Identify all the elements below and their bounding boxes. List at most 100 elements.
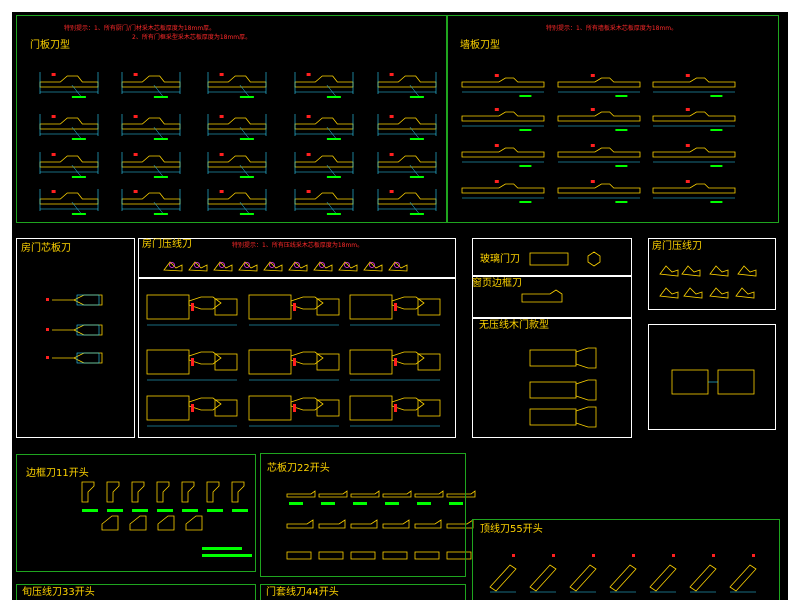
marker-dot xyxy=(133,115,138,118)
marker-dot xyxy=(306,190,311,193)
label-tag xyxy=(71,176,86,178)
label-tag xyxy=(71,213,86,215)
marker-dot xyxy=(685,144,690,147)
marker-dot xyxy=(494,74,499,77)
label-tag xyxy=(710,95,723,97)
wall-profile-shape xyxy=(557,77,641,88)
label-tag xyxy=(71,138,86,140)
marker-dot xyxy=(306,115,311,118)
door-profile-shape xyxy=(207,192,267,205)
door-profile-shape xyxy=(207,155,267,168)
wall-profile-shape xyxy=(461,147,545,158)
door-profile-shape xyxy=(121,192,181,205)
label-tag xyxy=(239,176,254,178)
label-tag xyxy=(239,213,254,215)
label-tag xyxy=(409,138,424,140)
wall-profile-shape xyxy=(461,183,545,194)
door-profile-shape xyxy=(121,75,181,88)
door-profile-shape xyxy=(377,75,437,88)
label-tag xyxy=(326,138,341,140)
label-tag xyxy=(409,176,424,178)
label-tag xyxy=(519,95,532,97)
label-tag xyxy=(153,138,168,140)
label-tag xyxy=(710,165,723,167)
door-profile-shape xyxy=(39,192,99,205)
marker-dot xyxy=(389,115,394,118)
marker-dot xyxy=(51,115,56,118)
marker-dot xyxy=(51,190,56,193)
door-profile-shape xyxy=(39,155,99,168)
marker-dot xyxy=(51,153,56,156)
marker-dot xyxy=(389,190,394,193)
label-tag xyxy=(326,176,341,178)
marker-dot xyxy=(494,108,499,111)
door-profile-shape xyxy=(207,75,267,88)
marker-dot xyxy=(389,153,394,156)
marker-dot xyxy=(494,144,499,147)
marker-dot xyxy=(685,74,690,77)
door-profile-shape xyxy=(377,117,437,130)
no-press-door-title: 无压线木门款型 xyxy=(479,320,549,331)
cad-drawing-canvas: 特别提示：1、所有厨门/门材采木芯板厚度为18mm厚。 2、所有门框采型采木芯板… xyxy=(12,12,788,600)
label-tag xyxy=(615,201,628,203)
label-tag xyxy=(409,213,424,215)
core-board-panel xyxy=(16,238,135,438)
marker-dot xyxy=(389,73,394,76)
door-profile-shape xyxy=(39,75,99,88)
window-frame-title: 窗页边框刀 xyxy=(472,278,522,289)
marker-dot xyxy=(51,73,56,76)
marker-dot xyxy=(685,108,690,111)
marker-dot xyxy=(133,73,138,76)
label-tag xyxy=(710,201,723,203)
hook-press-33-title: 旬压线刀33开头 xyxy=(22,587,95,598)
marker-dot xyxy=(590,108,595,111)
wall-profile-shape xyxy=(652,77,736,88)
label-tag xyxy=(710,129,723,131)
no-press-door-panel xyxy=(472,318,632,438)
door-profile-shape xyxy=(121,117,181,130)
label-tag xyxy=(615,129,628,131)
wall-profile-shape xyxy=(652,147,736,158)
label-tag xyxy=(519,129,532,131)
door-profile-shape xyxy=(377,155,437,168)
door-profile-shape xyxy=(294,155,354,168)
press-line-note: 特别提示：1、所有压线采木芯板厚度为18mm。 xyxy=(232,242,364,249)
press-line-title: 房门压线刀 xyxy=(142,239,192,250)
core-board-22-title: 芯板刀22开头 xyxy=(267,463,330,474)
marker-dot xyxy=(219,153,224,156)
marker-dot xyxy=(306,73,311,76)
label-tag xyxy=(615,165,628,167)
label-tag xyxy=(519,201,532,203)
door-profile-shape xyxy=(294,192,354,205)
door-cover-44-title: 门套线刀44开头 xyxy=(266,587,339,598)
label-tag xyxy=(153,176,168,178)
door-profile-shape xyxy=(294,75,354,88)
marker-dot xyxy=(219,115,224,118)
marker-dot xyxy=(133,190,138,193)
wall-profile-shape xyxy=(461,77,545,88)
door-profile-shape xyxy=(39,117,99,130)
wall-profile-shape xyxy=(557,147,641,158)
assembly-panel xyxy=(648,324,776,430)
wall-profile-shape xyxy=(557,183,641,194)
marker-dot xyxy=(590,180,595,183)
press-line-right-title: 房门压线刀 xyxy=(652,241,702,252)
wall-profile-shape xyxy=(652,111,736,122)
label-tag xyxy=(326,96,341,98)
marker-dot xyxy=(133,153,138,156)
marker-dot xyxy=(685,180,690,183)
marker-dot xyxy=(494,180,499,183)
door-profile-shape xyxy=(121,155,181,168)
door-profile-shape xyxy=(294,117,354,130)
label-tag xyxy=(153,96,168,98)
wall-profile-shape xyxy=(557,111,641,122)
door-profile-shape xyxy=(377,192,437,205)
label-tag xyxy=(239,96,254,98)
glass-door-title: 玻璃门刀 xyxy=(480,254,520,265)
marker-dot xyxy=(219,73,224,76)
wall-profile-shape xyxy=(461,111,545,122)
label-tag xyxy=(409,96,424,98)
marker-dot xyxy=(590,74,595,77)
marker-dot xyxy=(306,153,311,156)
core-board-title: 房门芯板刀 xyxy=(21,243,71,254)
